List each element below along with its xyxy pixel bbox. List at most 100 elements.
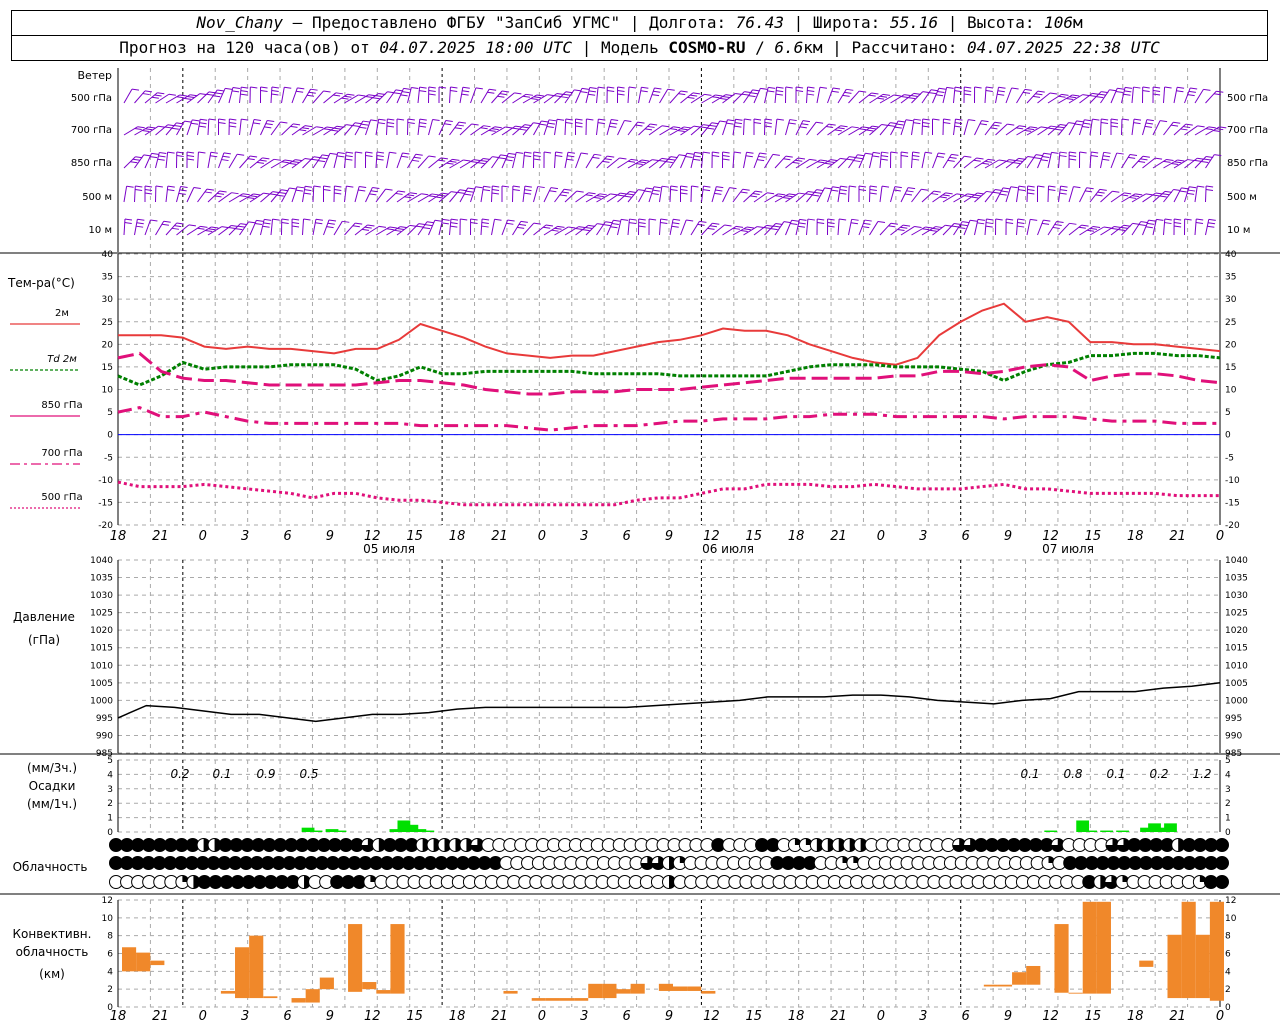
wind-barb-feather <box>217 89 225 92</box>
wind-barb-feather <box>722 155 730 158</box>
wind-barb-feather <box>901 155 909 158</box>
wind-barb-feather <box>799 218 807 221</box>
wind-barb-feather <box>157 158 165 161</box>
wind-barb-feather <box>844 91 852 94</box>
wind-barb-feather <box>757 226 765 229</box>
wind-barb <box>239 155 258 169</box>
wind-barb-feather <box>1145 193 1153 196</box>
wind-barb-feather <box>216 192 225 195</box>
wind-barb-feather <box>812 194 820 197</box>
temp-tick-label-right: 25 <box>1225 318 1236 328</box>
wind-barb-shaft <box>1205 90 1217 104</box>
wind-barb-feather <box>296 90 304 93</box>
wind-barb-feather <box>976 157 984 160</box>
wind-barb-feather <box>733 151 742 154</box>
wind-barb-feather <box>1006 222 1014 225</box>
wind-barb-feather <box>505 126 513 129</box>
conv-bar <box>235 947 250 999</box>
wind-barb-feather <box>1069 158 1077 161</box>
wind-barb-shaft <box>1026 219 1031 236</box>
wind-barb-feather <box>589 86 597 89</box>
wind-barb-feather <box>928 92 937 95</box>
wind-barb-feather <box>235 228 243 231</box>
wind-barb-feather <box>1102 155 1111 158</box>
wind-barb-feather <box>1121 194 1129 197</box>
wind-barb <box>1100 151 1111 169</box>
wind-barb-feather <box>355 151 363 154</box>
wind-barb-feather <box>712 96 720 99</box>
wind-barb-feather <box>223 152 231 155</box>
wind-barb-feather <box>494 218 502 221</box>
wind-barb-feather <box>155 185 163 188</box>
wind-barb-feather <box>564 188 572 191</box>
wind-barb <box>648 87 662 104</box>
precip-tick-label: 3 <box>107 785 113 795</box>
cloud-symbol <box>1215 875 1229 889</box>
wind-barb-feather <box>1086 187 1094 190</box>
wind-barb-feather <box>444 123 452 126</box>
wind-barb-feather <box>805 193 813 196</box>
pressure-tick-label-right: 1035 <box>1225 574 1248 584</box>
wind-barb-feather <box>1006 218 1014 221</box>
wind-barb-shaft <box>281 87 285 104</box>
wind-barb-feather <box>857 154 865 157</box>
wind-barb-feather <box>1016 127 1024 130</box>
wind-barb-feather <box>939 196 947 199</box>
wind-barb <box>848 185 857 203</box>
wind-barb-feather <box>365 155 373 158</box>
wind-barb <box>1110 118 1119 136</box>
wind-barb-feather <box>931 193 939 196</box>
wind-barb-shaft <box>837 219 840 236</box>
pressure-tick-label-right: 995 <box>1225 714 1242 724</box>
wind-barb <box>501 185 510 203</box>
wind-barb <box>344 151 354 169</box>
wind-barb-feather <box>1048 189 1056 192</box>
wind-barb-feather <box>692 158 701 161</box>
wind-barb-shaft <box>323 92 337 104</box>
wind-barb-shaft <box>449 86 451 104</box>
wind-barb-feather <box>525 93 534 96</box>
wind-barb-feather <box>1142 90 1150 93</box>
wind-barb <box>1194 218 1204 236</box>
wind-barb-feather <box>1194 159 1202 162</box>
wind-barb-feather <box>1057 126 1065 129</box>
wind-barb-feather <box>932 227 940 230</box>
wind-barb-feather <box>549 190 557 193</box>
wind-barb <box>848 126 870 136</box>
wind-barb-feather <box>188 224 196 227</box>
wind-barb-feather <box>734 122 743 125</box>
wind-barb <box>281 86 292 104</box>
wind-barb-feather <box>454 127 462 130</box>
wind-barb-feather <box>403 87 411 90</box>
wind-barb-feather <box>858 189 867 192</box>
wind-barb-shaft <box>270 121 281 136</box>
conv-bar <box>574 998 589 1001</box>
wind-barb-feather <box>820 159 828 162</box>
wind-barb-feather <box>197 227 205 230</box>
wind-barb-feather <box>1052 226 1060 229</box>
wind-barb-feather <box>190 122 199 125</box>
wind-barb-feather <box>311 158 319 161</box>
wind-barb-feather <box>842 94 850 97</box>
wind-barb-feather <box>516 151 524 154</box>
wind-barb-shaft <box>522 186 526 203</box>
wind-barb-feather <box>304 189 312 192</box>
wind-barb-feather <box>421 193 429 196</box>
wind-barb <box>1016 88 1032 104</box>
temp-tick-label-right: 5 <box>1225 408 1231 418</box>
wind-barb <box>680 219 694 236</box>
wind-barb-feather <box>386 125 395 128</box>
wind-barb <box>1205 90 1224 104</box>
wind-barb-feather <box>1013 162 1021 165</box>
pressure-tick-label: 1030 <box>90 591 113 601</box>
wind-barb-feather <box>159 151 167 154</box>
wind-barb-feather <box>654 87 662 90</box>
wind-barb-feather <box>358 94 366 97</box>
conv-tick-label: 2 <box>107 985 113 995</box>
wind-barb-shaft <box>848 185 850 203</box>
wind-barb-shaft <box>491 185 493 203</box>
precip-tick-label-right: 1 <box>1225 814 1231 824</box>
wind-barb <box>312 185 321 203</box>
wind-barb-feather <box>289 162 297 165</box>
wind-barb-feather <box>1116 152 1124 155</box>
